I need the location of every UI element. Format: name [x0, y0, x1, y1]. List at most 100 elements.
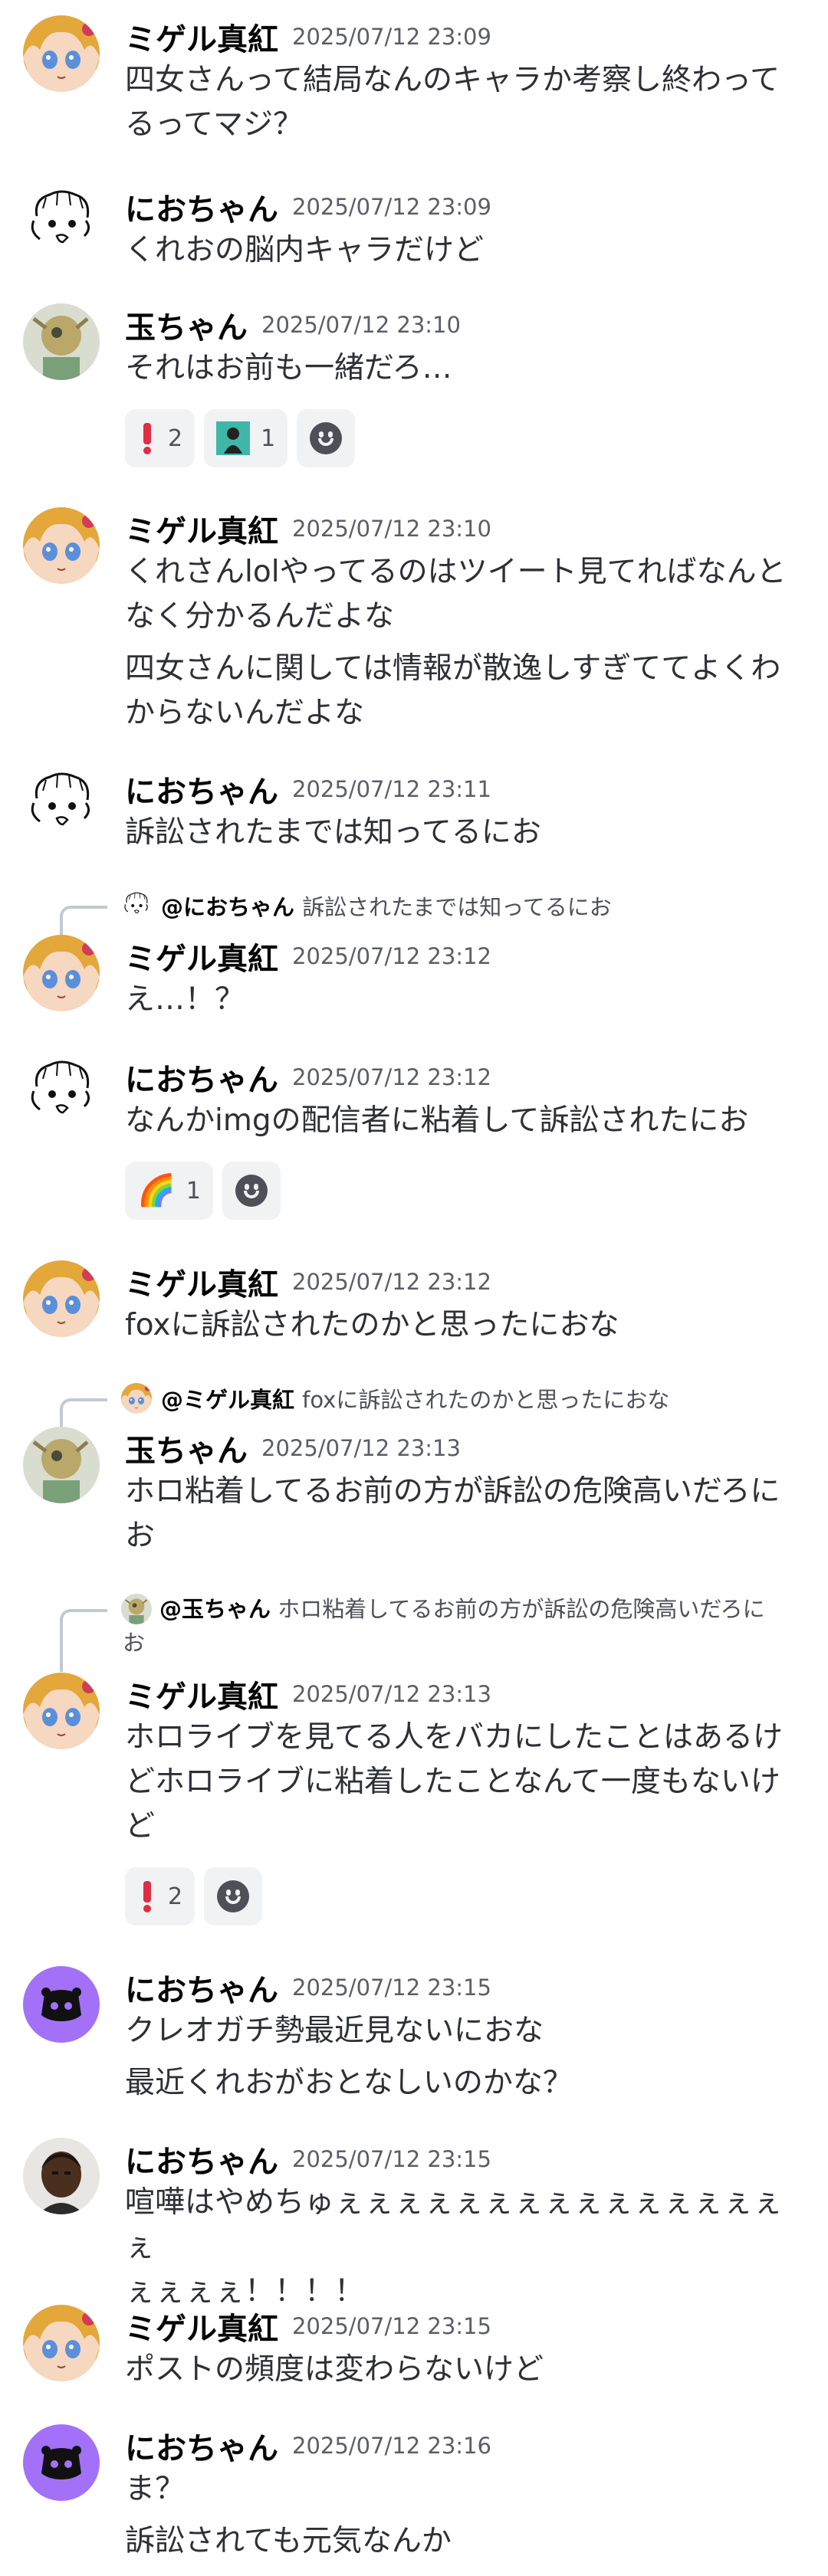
reply-author[interactable]: @玉ちゃん: [159, 1596, 271, 1622]
reaction-count: 1: [261, 424, 276, 452]
reaction-bar: 2: [125, 1867, 802, 1925]
reply-author[interactable]: @におちゃん 訴訟されたまでは知ってるにお: [161, 890, 612, 922]
timestamp: 2025/07/12 23:15: [292, 1975, 491, 2001]
avatar[interactable]: [23, 1427, 100, 1503]
message-text: それはお前も一緒だろ…: [125, 351, 452, 385]
message-text: 訴訟されても元気なんか: [125, 2524, 452, 2558]
author-name[interactable]: ミゲル真紅: [125, 1672, 278, 1716]
reaction-count: 1: [186, 1177, 201, 1204]
reply-avatar: [121, 1383, 152, 1414]
avatar[interactable]: [23, 1056, 100, 1132]
avatar[interactable]: [23, 2424, 100, 2501]
reply-author[interactable]: @ミゲル真紅 foxに訴訟されたのかと思ったにおな: [161, 1382, 669, 1414]
message-text: 訴訟されたまでは知ってるにお: [125, 815, 541, 850]
reply-text: foxに訴訟されたのかと思ったにおな: [302, 1387, 670, 1413]
message-text: ど: [125, 1809, 156, 1844]
timestamp: 2025/07/12 23:13: [261, 1435, 461, 1461]
author-name[interactable]: におちゃん: [125, 1965, 278, 2010]
timestamp: 2025/07/12 23:10: [261, 312, 461, 338]
reaction-bar: 🌈 1: [125, 1162, 802, 1220]
message-text: え…！？: [125, 982, 245, 1017]
message-text: 最近くれおがおとなしいのかな？: [125, 2066, 573, 2100]
author-name[interactable]: ミゲル真紅: [125, 2304, 278, 2348]
reply-reference[interactable]: @玉ちゃん ホロ粘着してるお前の方が訴訟の危険高いだろに: [123, 1592, 805, 1626]
message-text: ホロ粘着してるお前の方が訴訟の危険高いだろに: [125, 1474, 780, 1509]
avatar[interactable]: [23, 303, 100, 380]
add-reaction-button[interactable]: [222, 1162, 281, 1220]
message-text: お: [125, 1519, 156, 1553]
reply-spine: [60, 906, 107, 936]
reaction-character[interactable]: 1: [204, 409, 288, 467]
timestamp: 2025/07/12 23:12: [292, 1269, 491, 1295]
timestamp: 2025/07/12 23:16: [292, 2433, 491, 2459]
avatar[interactable]: [23, 935, 100, 1011]
avatar[interactable]: [23, 15, 100, 92]
add-reaction-button[interactable]: [297, 409, 356, 467]
reply-spine: [60, 1398, 107, 1429]
message-text: くれさんlolやってるのはツイート見てればなんと: [125, 555, 787, 589]
reaction-count: 2: [168, 424, 183, 452]
reply-spine: [60, 1609, 107, 1672]
author-name[interactable]: ミゲル真紅: [125, 934, 278, 978]
reply-avatar: [121, 890, 152, 921]
rainbow-icon: 🌈: [137, 1173, 176, 1208]
author-name[interactable]: 玉ちゃん: [125, 303, 248, 347]
message-text: なんかimgの配信者に粘着して訴訟されたにお: [125, 1103, 749, 1138]
author-name[interactable]: ミゲル真紅: [125, 15, 278, 59]
author-name[interactable]: 玉ちゃん: [125, 1426, 248, 1470]
author-name[interactable]: におちゃん: [125, 2424, 278, 2468]
message-text: なく分かるんだよな: [125, 599, 395, 634]
author-name[interactable]: におちゃん: [125, 2137, 278, 2181]
message-text: 四女さんに関しては情報が散逸しすぎててよくわ: [125, 651, 781, 686]
reaction-bar: 2 1: [125, 409, 802, 467]
smile-icon: [310, 422, 343, 454]
timestamp: 2025/07/12 23:15: [292, 2146, 491, 2172]
avatar[interactable]: [23, 768, 100, 844]
timestamp: 2025/07/12 23:13: [292, 1681, 491, 1707]
timestamp: 2025/07/12 23:09: [292, 24, 491, 50]
smile-icon: [217, 1880, 250, 1912]
avatar[interactable]: [23, 1966, 100, 2043]
message-text: 喧嘩はやめちゅぇぇぇぇぇぇぇぇぇぇぇぇぇぇぇぇ: [125, 2185, 784, 2264]
avatar[interactable]: [23, 1260, 100, 1337]
message-text: foxに訴訟されたのかと思ったにおな: [125, 1308, 619, 1342]
character-emoji-icon: [216, 421, 251, 455]
author-name[interactable]: におちゃん: [125, 1055, 278, 1100]
timestamp: 2025/07/12 23:15: [292, 2313, 491, 2339]
avatar[interactable]: [23, 1673, 100, 1749]
timestamp: 2025/07/12 23:12: [292, 943, 491, 969]
author-name[interactable]: におちゃん: [125, 767, 278, 811]
author-name[interactable]: におちゃん: [125, 185, 278, 229]
message-text: るってマジ？: [125, 107, 304, 142]
author-name[interactable]: ミゲル真紅: [125, 1260, 278, 1304]
exclamation-icon: [143, 1881, 151, 1912]
avatar[interactable]: [23, 2305, 100, 2381]
reply-reference[interactable]: @ミゲル真紅 foxに訴訟されたのかと思ったにおな: [60, 1381, 805, 1429]
reaction-rainbow[interactable]: 🌈 1: [125, 1162, 213, 1220]
reply-text-continued: お: [123, 1630, 146, 1656]
author-name[interactable]: ミゲル真紅: [125, 506, 278, 551]
message-text: 四女さんって結局なんのキャラか考察し終わって: [125, 63, 780, 97]
reply-text: ホロ粘着してるお前の方が訴訟の危険高いだろに: [278, 1596, 765, 1622]
avatar[interactable]: [23, 507, 100, 584]
message-text: ホロライブを見てる人をバカにしたことはあるけ: [125, 1720, 784, 1755]
timestamp: 2025/07/12 23:10: [292, 516, 491, 542]
timestamp: 2025/07/12 23:12: [292, 1064, 491, 1090]
avatar[interactable]: [23, 185, 100, 262]
chat-message-list: ミゲル真紅 2025/07/12 23:09 四女さんって結局なんのキャラか考察し…: [0, 0, 828, 2576]
reaction-exclamation[interactable]: 2: [125, 1867, 196, 1925]
message-text: くれおの脳内キャラだけど: [125, 233, 485, 267]
reaction-exclamation[interactable]: 2: [125, 409, 196, 467]
timestamp: 2025/07/12 23:11: [292, 776, 491, 802]
smile-icon: [235, 1175, 268, 1207]
reaction-count: 2: [168, 1883, 183, 1910]
avatar[interactable]: [23, 2138, 100, 2214]
message-text: ま？: [125, 2472, 186, 2506]
add-reaction-button[interactable]: [204, 1867, 263, 1925]
message-text: どホロライブに粘着したことなんて一度もないけ: [125, 1765, 780, 1799]
exclamation-icon: [143, 423, 151, 454]
message-text: ポストの頻度は変わらないけど: [125, 2352, 544, 2387]
message-text: からないんだよな: [125, 696, 365, 730]
timestamp: 2025/07/12 23:09: [292, 194, 491, 220]
reply-reference[interactable]: @におちゃん 訴訟されたまでは知ってるにお: [60, 889, 805, 936]
